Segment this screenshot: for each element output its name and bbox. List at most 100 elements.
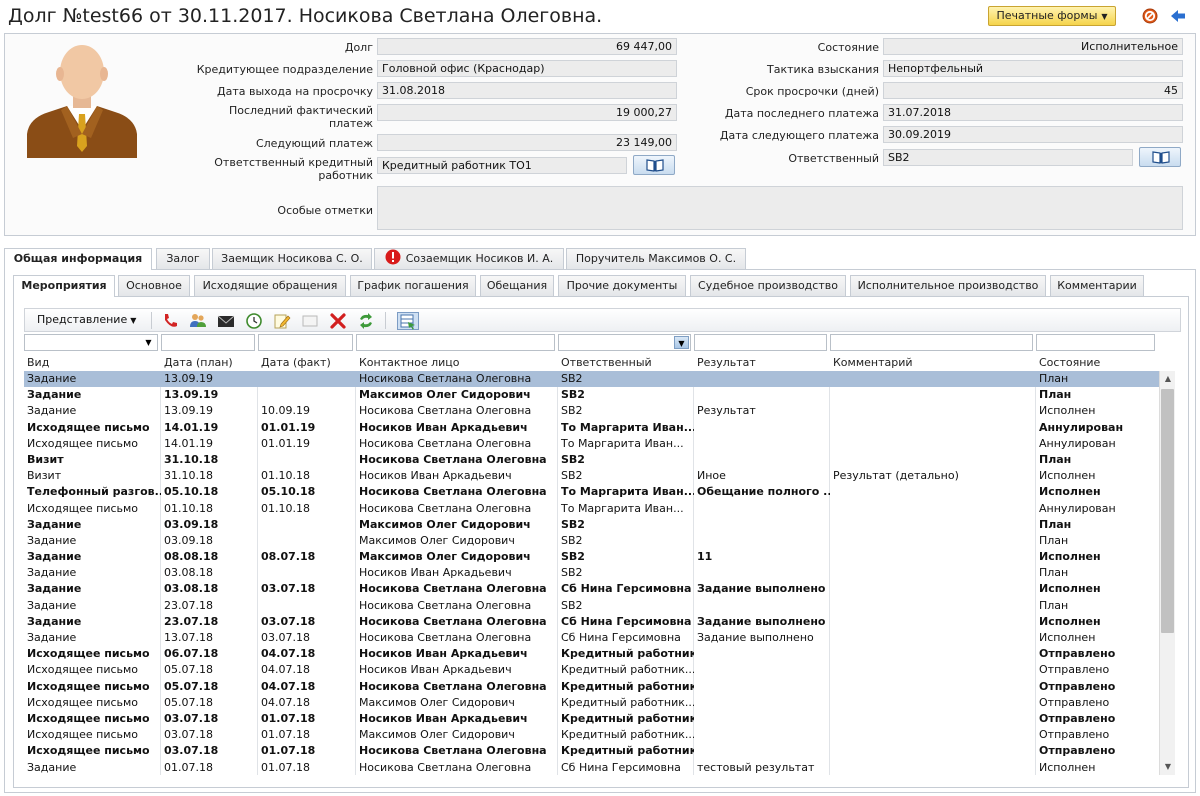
scroll-up-icon[interactable]: ▲ bbox=[1160, 371, 1176, 387]
table-cell: Аннулирован bbox=[1039, 420, 1124, 434]
table-cell bbox=[258, 533, 356, 549]
table-row[interactable]: Исходящее письмо 05.07.18 04.07.18 Максимов… bbox=[24, 695, 1159, 711]
tab-guarantor[interactable]: Поручитель Максимов О. С. bbox=[566, 248, 746, 269]
column-header[interactable]: Дата (факт) bbox=[258, 355, 356, 371]
table-cell: SB2 bbox=[561, 452, 585, 466]
phone-icon[interactable] bbox=[161, 312, 179, 330]
table-row[interactable]: Задание 13.07.18 03.07.18 Носикова Светлана… bbox=[24, 630, 1159, 646]
table-row[interactable]: Визит 31.10.18 01.10.18 Носиков Иван Аркадь… bbox=[24, 468, 1159, 484]
table-row[interactable]: Задание 03.08.18 03.07.18 Носикова Светлана… bbox=[24, 581, 1159, 597]
tab-co-borrower[interactable]: Созаемщик Носиков И. А. bbox=[374, 248, 564, 269]
table-cell: Носиков Иван Аркадьевич bbox=[359, 711, 528, 725]
filter-contact[interactable] bbox=[356, 334, 555, 351]
column-header[interactable]: Дата (план) bbox=[161, 355, 258, 371]
refresh-icon[interactable] bbox=[357, 312, 375, 330]
table-row[interactable]: Визит 31.10.18 Носикова Светлана Олеговна S… bbox=[24, 452, 1159, 468]
column-header[interactable]: Состояние bbox=[1036, 355, 1159, 371]
tab-outgoing-requests[interactable]: Исходящие обращения bbox=[194, 275, 346, 296]
blank-card-icon[interactable] bbox=[301, 312, 319, 330]
tab-label: Судебное производство bbox=[698, 279, 838, 292]
tab-repayment-schedule[interactable]: График погашения bbox=[350, 275, 476, 296]
column-header[interactable]: Результат bbox=[694, 355, 830, 371]
tab-comments[interactable]: Комментарии bbox=[1050, 275, 1144, 296]
scrollbar-thumb[interactable] bbox=[1161, 389, 1174, 633]
table-cell: Исходящее письмо bbox=[27, 679, 150, 693]
table-cell bbox=[694, 565, 830, 581]
delete-icon[interactable] bbox=[329, 312, 347, 330]
table-cell: 03.09.18 bbox=[164, 533, 213, 547]
tab-main[interactable]: Основное bbox=[118, 275, 190, 296]
tab-other-documents[interactable]: Прочие документы bbox=[558, 275, 686, 296]
clock-icon[interactable] bbox=[245, 312, 263, 330]
edit-icon[interactable] bbox=[273, 312, 291, 330]
table-row[interactable]: Исходящее письмо 06.07.18 04.07.18 Носиков … bbox=[24, 646, 1159, 662]
table-row[interactable]: Исходящее письмо 03.07.18 01.07.18 Носикова… bbox=[24, 743, 1159, 759]
table-row[interactable]: Исходящее письмо 05.07.18 04.07.18 Носикова… bbox=[24, 679, 1159, 695]
table-cell: 14.01.19 bbox=[164, 420, 219, 434]
table-row[interactable]: Задание 23.07.18 Носикова Светлана Олеговн… bbox=[24, 598, 1159, 614]
table-row[interactable]: Задание 13.09.19 10.09.19 Носикова Светлана… bbox=[24, 403, 1159, 419]
table-row[interactable]: Исходящее письмо 03.07.18 01.07.18 Носиков … bbox=[24, 711, 1159, 727]
table-row[interactable]: Исходящее письмо 01.10.18 01.10.18 Носикова… bbox=[24, 501, 1159, 517]
mail-icon[interactable] bbox=[217, 312, 235, 330]
select-responsible-button[interactable] bbox=[1139, 147, 1181, 167]
contacts-icon[interactable] bbox=[189, 312, 207, 330]
grid-settings-icon[interactable] bbox=[397, 312, 419, 330]
table-row[interactable]: Задание 03.09.18 Максимов Олег Сидорович SB… bbox=[24, 517, 1159, 533]
select-officer-button[interactable] bbox=[633, 155, 675, 175]
table-cell bbox=[830, 436, 1036, 452]
table-cell: Носиков Иван Аркадьевич bbox=[359, 647, 528, 661]
table-cell: Носикова Светлана Олеговна bbox=[359, 501, 532, 515]
next-payment-value: 23 149,00 bbox=[377, 134, 677, 151]
grid-scrollbar[interactable]: ▲ ▼ bbox=[1159, 371, 1175, 775]
view-dropdown-button[interactable]: Представление ▼ bbox=[31, 311, 143, 329]
filter-type[interactable]: ▼ bbox=[24, 334, 158, 351]
tab-enforcement-proceedings[interactable]: Исполнительное производство bbox=[850, 275, 1046, 296]
table-row[interactable]: Задание 13.09.19 Носикова Светлана Олеговн… bbox=[24, 371, 1159, 388]
chevron-down-icon: ▼ bbox=[145, 338, 152, 347]
table-cell bbox=[830, 387, 1036, 403]
table-cell: Аннулирован bbox=[1039, 436, 1116, 450]
debt-label: Долг bbox=[344, 41, 373, 54]
tab-borrower[interactable]: Заемщик Носикова С. О. bbox=[212, 248, 372, 269]
table-row[interactable]: Телефонный разгов... 05.10.18 05.10.18 Носи… bbox=[24, 484, 1159, 500]
table-cell: Исходящее письмо bbox=[27, 420, 150, 434]
table-row[interactable]: Исходящее письмо 14.01.19 01.01.19 Носикова… bbox=[24, 436, 1159, 452]
filter-responsible[interactable]: ▼ bbox=[558, 334, 691, 351]
table-cell bbox=[694, 387, 830, 403]
print-forms-button[interactable]: Печатные формы ▼ bbox=[988, 6, 1116, 26]
cancel-icon[interactable] bbox=[1142, 8, 1158, 24]
table-cell: 05.07.18 bbox=[164, 663, 213, 677]
table-row[interactable]: Исходящее письмо 05.07.18 04.07.18 Носиков … bbox=[24, 662, 1159, 678]
tab-court-proceedings[interactable]: Судебное производство bbox=[690, 275, 846, 296]
tab-promises[interactable]: Обещания bbox=[480, 275, 554, 296]
table-row[interactable]: Задание 13.09.19 Максимов Олег Сидорович SB… bbox=[24, 387, 1159, 403]
table-row[interactable]: Задание 08.08.18 08.07.18 Максимов Олег Сид… bbox=[24, 549, 1159, 565]
column-header[interactable]: Ответственный bbox=[558, 355, 694, 371]
filter-result[interactable] bbox=[694, 334, 827, 351]
filter-state[interactable] bbox=[1036, 334, 1155, 351]
tab-events[interactable]: Мероприятия bbox=[13, 275, 115, 297]
tab-general-info[interactable]: Общая информация bbox=[4, 248, 152, 270]
grid-toolbar: Представление ▼ bbox=[24, 308, 1181, 332]
table-cell bbox=[830, 711, 1036, 727]
table-row[interactable]: Задание 01.07.18 01.07.18 Носикова Светлана… bbox=[24, 760, 1159, 776]
filter-date-fact[interactable] bbox=[258, 334, 353, 351]
notes-field[interactable] bbox=[377, 186, 1183, 230]
table-cell bbox=[830, 533, 1036, 549]
scroll-down-icon[interactable]: ▼ bbox=[1160, 759, 1176, 775]
filter-comment[interactable] bbox=[830, 334, 1033, 351]
table-row[interactable]: Задание 03.09.18 Максимов Олег Сидорович SB… bbox=[24, 533, 1159, 549]
notes-label: Особые отметки bbox=[277, 204, 373, 217]
tab-collateral[interactable]: Залог bbox=[156, 248, 210, 269]
table-row[interactable]: Задание 03.08.18 Носиков Иван Аркадьевич SB… bbox=[24, 565, 1159, 581]
column-header[interactable]: Вид bbox=[24, 355, 161, 371]
back-arrow-icon[interactable] bbox=[1170, 8, 1186, 24]
table-row[interactable]: Исходящее письмо 14.01.19 01.01.19 Носиков … bbox=[24, 420, 1159, 436]
table-row[interactable]: Задание 23.07.18 03.07.18 Носикова Светлана… bbox=[24, 614, 1159, 630]
table-row[interactable]: Исходящее письмо 03.07.18 01.07.18 Максимов… bbox=[24, 727, 1159, 743]
column-header[interactable]: Контактное лицо bbox=[356, 355, 558, 371]
table-cell: Отправлено bbox=[1039, 711, 1116, 725]
column-header[interactable]: Комментарий bbox=[830, 355, 1036, 371]
filter-date-plan[interactable] bbox=[161, 334, 255, 351]
